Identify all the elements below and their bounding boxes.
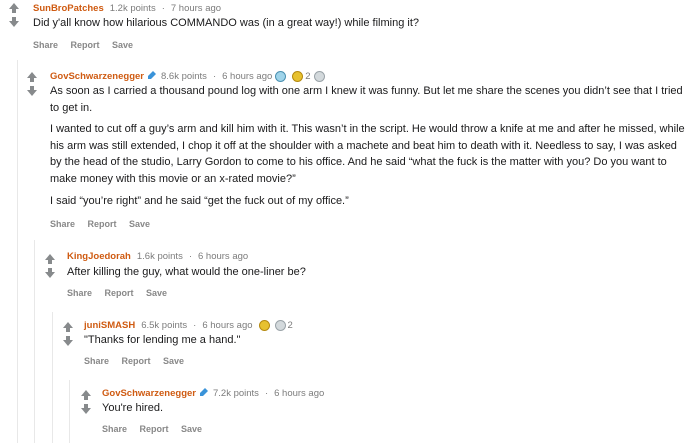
separator-dot: · [193,320,197,331]
save-button[interactable]: Save [146,288,167,298]
gold-award-icon[interactable] [258,320,270,331]
save-button[interactable]: Save [129,219,150,229]
comment-actions: Share Report Save [67,288,177,298]
comment-actions: Share Report Save [50,219,160,229]
comment: GovSchwarzenegger 8.6k points · 6 hours … [0,66,700,236]
vote-column [62,321,76,349]
comment-actions: Share Report Save [84,356,194,366]
separator-dot: · [264,388,269,399]
upvote-arrow-icon[interactable] [8,2,22,16]
comment-body: You're hired. [102,400,682,422]
vote-column [80,389,94,417]
points: 6.5k points [141,320,188,331]
vote-column [26,71,40,99]
comment-body: As soon as I carried a thousand pound lo… [50,83,690,214]
vote-column [8,2,22,30]
comment-thread: SunBroPatches 1.2k points · 7 hours ago … [0,0,700,443]
share-button[interactable]: Share [50,219,75,229]
upvote-arrow-icon[interactable] [26,71,40,85]
downvote-arrow-icon[interactable] [44,267,58,281]
points: 7.2k points [212,388,259,399]
author-link[interactable]: juniSMASH [84,320,135,331]
comment-meta: SunBroPatches 1.2k points · 7 hours ago [33,3,221,14]
upvote-arrow-icon[interactable] [80,389,94,403]
save-button[interactable]: Save [163,356,184,366]
comment-text: After killing the guy, what would the on… [67,266,306,278]
points: 8.6k points [160,71,207,82]
report-button[interactable]: Report [71,40,100,50]
comment-body: "Thanks for lending me a hand." [84,332,684,354]
report-button[interactable]: Report [88,219,117,229]
comment-text: I said “you’re right” and he said “get t… [50,194,349,207]
comment-meta: KingJoedorah 1.6k points · 6 hours ago [67,251,248,262]
comment: KingJoedorah 1.6k points · 6 hours ago A… [0,248,700,306]
share-button[interactable]: Share [102,424,127,434]
comment-meta: GovSchwarzenegger 7.2k points · 6 hours … [102,387,324,400]
author-link[interactable]: KingJoedorah [67,251,131,262]
downvote-arrow-icon[interactable] [26,85,40,99]
report-button[interactable]: Report [122,356,151,366]
comment: SunBroPatches 1.2k points · 7 hours ago … [0,0,700,60]
award-count: 2 [287,320,293,331]
platinum-award-icon[interactable] [275,71,287,82]
report-button[interactable]: Report [105,288,134,298]
comment: GovSchwarzenegger 7.2k points · 6 hours … [0,384,700,443]
comment-meta: juniSMASH 6.5k points · 6 hours ago 2 [84,320,293,331]
separator-dot: · [212,71,217,82]
timestamp[interactable]: 6 hours ago [222,71,272,82]
author-link[interactable]: GovSchwarzenegger [102,388,196,399]
vote-column [44,253,58,281]
gold-award-icon[interactable] [292,71,304,82]
timestamp[interactable]: 7 hours ago [171,3,221,14]
timestamp[interactable]: 6 hours ago [198,251,248,262]
comment-text: "Thanks for lending me a hand." [84,334,241,346]
share-button[interactable]: Share [84,356,109,366]
comment-text: As soon as I carried a thousand pound lo… [50,85,683,114]
report-button[interactable]: Report [140,424,169,434]
separator-dot: · [188,251,192,262]
timestamp[interactable]: 6 hours ago [202,320,252,331]
save-button[interactable]: Save [181,424,202,434]
comment-text: You're hired. [102,402,164,414]
comment-actions: Share Report Save [33,40,143,50]
share-button[interactable]: Share [33,40,58,50]
verified-mic-icon [147,70,157,83]
separator-dot: · [161,3,165,14]
upvote-arrow-icon[interactable] [62,321,76,335]
comment-body: Did y'all know how hilarious COMMANDO wa… [33,15,683,37]
author-link[interactable]: GovSchwarzenegger [50,71,144,82]
verified-mic-icon [199,387,209,400]
downvote-arrow-icon[interactable] [62,335,76,349]
save-button[interactable]: Save [112,40,133,50]
author-link[interactable]: SunBroPatches [33,3,104,14]
comment-text: I wanted to cut off a guy’s arm and kill… [50,123,685,185]
comment: juniSMASH 6.5k points · 6 hours ago 2 "T… [0,316,700,374]
timestamp[interactable]: 6 hours ago [274,388,324,399]
comment-meta: GovSchwarzenegger 8.6k points · 6 hours … [50,70,325,83]
share-button[interactable]: Share [67,288,92,298]
comment-text: Did y'all know how hilarious COMMANDO wa… [33,17,419,29]
downvote-arrow-icon[interactable] [80,403,94,417]
upvote-arrow-icon[interactable] [44,253,58,267]
points: 1.2k points [109,3,156,14]
comment-actions: Share Report Save [102,424,212,434]
downvote-arrow-icon[interactable] [8,16,22,30]
silver-award-icon[interactable] [274,320,286,331]
comment-body: After killing the guy, what would the on… [67,264,687,286]
silver-award-icon[interactable] [313,71,325,82]
points: 1.6k points [136,251,183,262]
award-count: 2 [305,71,311,82]
